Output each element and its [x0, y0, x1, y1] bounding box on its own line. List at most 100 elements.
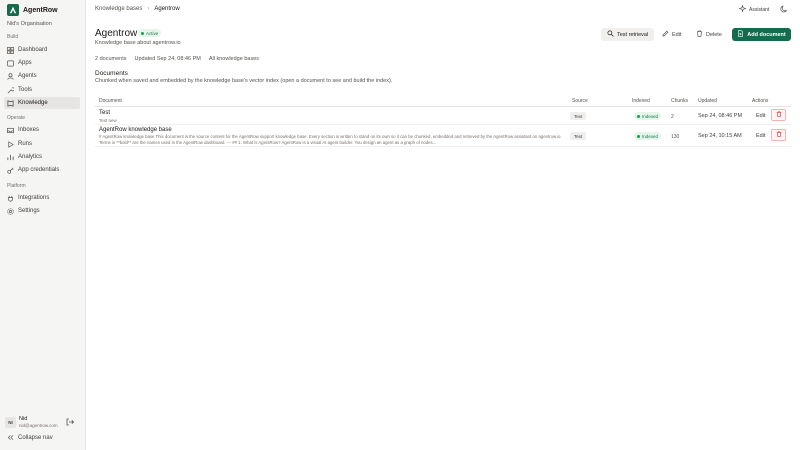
documents-heading: Documents [95, 70, 128, 77]
test-retrieval-label: Test retrieval [617, 31, 649, 38]
breadcrumb: Knowledge bases › Agentrow [95, 6, 180, 12]
sidebar-item-inboxes[interactable]: Inboxes [4, 124, 80, 136]
indexed-dot-icon [637, 134, 640, 138]
kb-meta: 2 documents Updated Sep 24, 08:46 PM All… [95, 56, 259, 62]
sidebar-item-apps[interactable]: Apps [4, 57, 80, 69]
column-indexed: Indexed [632, 98, 650, 104]
sidebar-item-label: Knowledge [18, 100, 48, 106]
document-name[interactable]: Test [99, 110, 110, 116]
sidebar-item-label: Runs [18, 141, 33, 147]
chevron-left-icon [7, 434, 14, 441]
app-name: AgentRow [23, 6, 58, 14]
sidebar-item-label: Tools [18, 87, 33, 93]
column-source: Source [572, 98, 588, 104]
table-header: Document Source Indexed Chunks Updated A… [95, 95, 791, 107]
documents-table: Document Source Indexed Chunks Updated A… [95, 95, 791, 147]
wrench-icon [7, 86, 14, 94]
column-updated: Updated [698, 98, 717, 104]
edit-button[interactable]: Edit [662, 28, 681, 41]
status-badge: Active [138, 29, 162, 37]
section-label-operate: Operate [7, 115, 26, 121]
search-icon [607, 30, 614, 39]
table-row[interactable]: Test Test new Text Indexed 2 Sep 24, 08:… [95, 107, 791, 125]
row-delete-button[interactable] [771, 129, 786, 141]
sidebar-item-knowledge[interactable]: Knowledge [4, 97, 80, 109]
chunk-count: 130 [671, 134, 680, 140]
org-name[interactable]: Nid's Organisation [7, 21, 52, 27]
sidebar-item-tools[interactable]: Tools [4, 84, 80, 96]
column-document: Document [99, 98, 122, 104]
inbox-icon [7, 127, 14, 134]
source-badge: Text [570, 112, 587, 120]
sidebar-item-agents[interactable]: Agents [4, 70, 80, 82]
sidebar-item-label: App credentials [18, 167, 60, 173]
add-document-button[interactable]: Add document [732, 28, 791, 41]
collapse-nav-label: Collapse nav [18, 434, 53, 441]
sidebar-item-runs[interactable]: Runs [4, 138, 80, 150]
status-label: Active [146, 30, 159, 36]
indexed-label: Indexed [642, 133, 659, 139]
documents-subtitle: Chunked when saved and embedded by the k… [95, 78, 393, 84]
play-icon [7, 140, 14, 148]
chart-icon [7, 154, 14, 161]
sidebar-item-app-credentials[interactable]: App credentials [4, 164, 80, 176]
kb-description: Knowledge base about agentrow.io [95, 40, 181, 46]
trash-icon [696, 30, 703, 39]
brand[interactable]: AgentRow [7, 4, 58, 16]
column-actions: Actions [752, 98, 769, 104]
pencil-icon [662, 30, 669, 39]
book-icon [7, 99, 14, 107]
section-label-build: Build [7, 34, 19, 40]
row-edit-button[interactable]: Edit [756, 133, 765, 139]
section-label-platform: Platform [7, 183, 26, 189]
sidebar-item-label: Settings [18, 208, 40, 214]
sidebar-item-label: Integrations [18, 195, 50, 201]
user-email: nid@agentrow.com [19, 423, 58, 428]
avatar: NI [5, 416, 16, 428]
assistant-button[interactable]: Assistant [738, 4, 770, 14]
delete-button[interactable]: Delete [696, 28, 722, 41]
indexed-badge: Indexed [634, 112, 662, 120]
sidebar-item-integrations[interactable]: Integrations [4, 192, 80, 204]
sidebar-item-label: Agents [18, 73, 37, 79]
user-name: Nid [19, 416, 28, 422]
sidebar-item-label: Inboxes [18, 127, 40, 133]
sidebar-item-label: Analytics [18, 154, 43, 160]
sidebar-item-dashboard[interactable]: Dashboard [4, 44, 80, 56]
updated-date: Sep 24, 08:46 PM [698, 113, 743, 119]
key-icon [7, 167, 14, 174]
trash-icon [776, 111, 782, 119]
test-retrieval-button[interactable]: Test retrieval [601, 28, 655, 41]
add-document-label: Add document [747, 31, 786, 38]
document-name[interactable]: AgentRow knowledge base [99, 127, 172, 133]
all-knowledge-bases-link[interactable]: All knowledge bases [209, 56, 259, 62]
delete-label: Delete [706, 31, 722, 38]
document-plus-icon [737, 30, 744, 39]
row-edit-button[interactable]: Edit [756, 113, 765, 119]
row-delete-button[interactable] [771, 109, 786, 121]
document-description: Test new [99, 118, 117, 123]
gear-icon [7, 207, 14, 215]
edit-label: Edit [672, 31, 682, 38]
breadcrumb-current: Agentrow [154, 6, 180, 12]
sparkle-icon [738, 4, 747, 14]
logout-icon[interactable] [66, 418, 75, 426]
source-badge: Text [570, 132, 587, 140]
page-title: Agentrow [95, 28, 138, 39]
table-row[interactable]: AgentRow knowledge base # AgentRow knowl… [95, 125, 791, 147]
sidebar-item-label: Dashboard [18, 47, 48, 53]
collapse-nav-button[interactable]: Collapse nav [7, 434, 53, 441]
column-chunks: Chunks [671, 98, 688, 104]
status-dot-icon [141, 31, 144, 35]
sidebar-item-settings[interactable]: Settings [4, 205, 80, 217]
plug-icon [7, 195, 14, 202]
sidebar-item-label: Apps [18, 60, 32, 66]
grid-icon [7, 46, 14, 54]
agent-icon [7, 72, 14, 80]
breadcrumb-parent[interactable]: Knowledge bases [95, 6, 142, 12]
indexed-dot-icon [637, 114, 640, 118]
agentrow-logo-icon [7, 4, 19, 16]
moon-icon[interactable] [780, 5, 788, 13]
sidebar-item-analytics[interactable]: Analytics [4, 151, 80, 163]
assistant-label: Assistant [749, 6, 770, 13]
